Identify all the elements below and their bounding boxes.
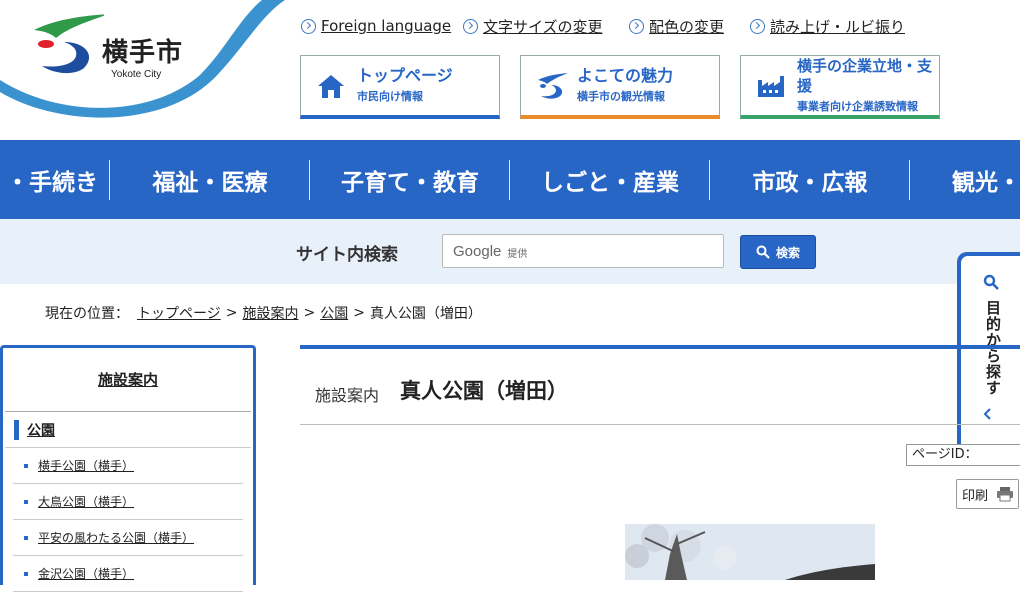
sidebar-category: 公園: [5, 412, 251, 448]
sidebar-category-parks[interactable]: 公園: [27, 420, 55, 440]
print-button[interactable]: 印刷: [956, 479, 1019, 509]
global-nav: ・手続き 福祉・医療 子育て・教育 しごと・産業 市政・広報 観光・: [0, 140, 1020, 219]
left-sidebar-nav: 施設案内 公園 横手公園（横手） 大鳥公園（横手） 平安の風わたる公園（横手） …: [0, 345, 256, 592]
color-scheme-link[interactable]: 配色の変更: [629, 16, 724, 36]
yokote-attractions-button[interactable]: よこての魅力 横手市の観光情報: [520, 55, 720, 119]
sidebar-item-heian-park[interactable]: 平安の風わたる公園（横手）: [38, 529, 194, 546]
gnav-welfare-medical[interactable]: 福祉・医療: [110, 160, 310, 200]
gnav-childcare-education[interactable]: 子育て・教育: [310, 160, 510, 200]
list-item: 大鳥公園（横手）: [13, 484, 243, 520]
page-title-block: 施設案内 真人公園（増田）: [300, 345, 1020, 425]
font-size-link[interactable]: 文字サイズの変更: [463, 16, 603, 36]
chevron-circle-icon: [750, 18, 765, 34]
top-page-button[interactable]: トップページ 市民向け情報: [300, 55, 500, 119]
gnav-procedures[interactable]: ・手続き: [0, 160, 110, 200]
read-aloud-ruby-link[interactable]: 読み上げ・ルビ振り: [750, 16, 905, 36]
chevron-circle-icon: [301, 18, 316, 34]
search-icon: [983, 274, 999, 290]
park-photo: [625, 524, 875, 580]
bullet-square-icon: [24, 499, 28, 504]
search-input[interactable]: Google 提供: [442, 234, 724, 268]
city-logo-icon: [531, 66, 571, 106]
breadcrumb-separator: >: [225, 305, 238, 321]
chevron-circle-icon: [629, 18, 644, 34]
breadcrumb-parks[interactable]: 公園: [320, 303, 348, 323]
bullet-square-icon: [24, 463, 28, 468]
chevron-circle-icon: [463, 18, 478, 34]
sidebar-title-facilities[interactable]: 施設案内: [5, 348, 251, 412]
breadcrumb-current: 真人公園（増田）: [369, 306, 482, 322]
page-category-label: 施設案内: [315, 386, 380, 405]
breadcrumb-facilities[interactable]: 施設案内: [242, 303, 298, 323]
search-button[interactable]: 検索: [740, 235, 816, 269]
site-header: 横手市 Yokote City Foreign language 文字サイズの変…: [0, 0, 1020, 140]
sidebar-item-otori-park[interactable]: 大鳥公園（横手）: [38, 493, 134, 510]
list-item: 横手公園（横手）: [13, 448, 243, 484]
gnav-tourism[interactable]: 観光・: [910, 160, 1020, 200]
sidebar-item-kanezawa-park[interactable]: 金沢公園（横手）: [38, 565, 134, 582]
search-label: サイト内検索: [296, 245, 398, 265]
city-logo[interactable]: 横手市 Yokote City: [24, 12, 184, 82]
breadcrumb-prefix: 現在の位置：: [45, 306, 129, 322]
foreign-language-link[interactable]: Foreign language: [301, 16, 451, 36]
gnav-city-admin-pr[interactable]: 市政・広報: [710, 160, 910, 200]
bullet-square-icon: [24, 571, 28, 576]
printer-icon: [997, 487, 1014, 502]
city-name-en: Yokote City: [111, 69, 162, 80]
site-search-band: サイト内検索 Google 提供 検索: [0, 219, 1020, 284]
city-name: 横手市: [102, 38, 184, 68]
breadcrumb: 現在の位置： トップページ > 施設案内 > 公園 > 真人公園（増田）: [45, 303, 482, 323]
category-marker: [14, 419, 19, 440]
breadcrumb-top-page[interactable]: トップページ: [137, 303, 221, 323]
list-item: 平安の風わたる公園（横手）: [13, 520, 243, 556]
breadcrumb-separator: >: [353, 305, 365, 321]
city-emblem-icon: [34, 14, 104, 74]
sidebar-item-yokote-park[interactable]: 横手公園（横手）: [38, 457, 134, 474]
google-watermark: Google: [453, 242, 502, 260]
list-item: 金沢公園（横手）: [13, 556, 243, 592]
page-title: 真人公園（増田）: [400, 379, 568, 403]
gnav-work-industry[interactable]: しごと・産業: [510, 160, 710, 200]
page-id-field: ページID：: [906, 444, 1020, 466]
factory-icon: [751, 66, 791, 106]
breadcrumb-separator: >: [303, 305, 316, 321]
house-icon: [311, 66, 351, 106]
google-provided-label: 提供: [507, 248, 528, 260]
bullet-square-icon: [24, 535, 28, 540]
search-icon: [756, 245, 770, 259]
business-location-button[interactable]: 横手の企業立地・支援 事業者向け企業誘致情報: [740, 55, 940, 119]
